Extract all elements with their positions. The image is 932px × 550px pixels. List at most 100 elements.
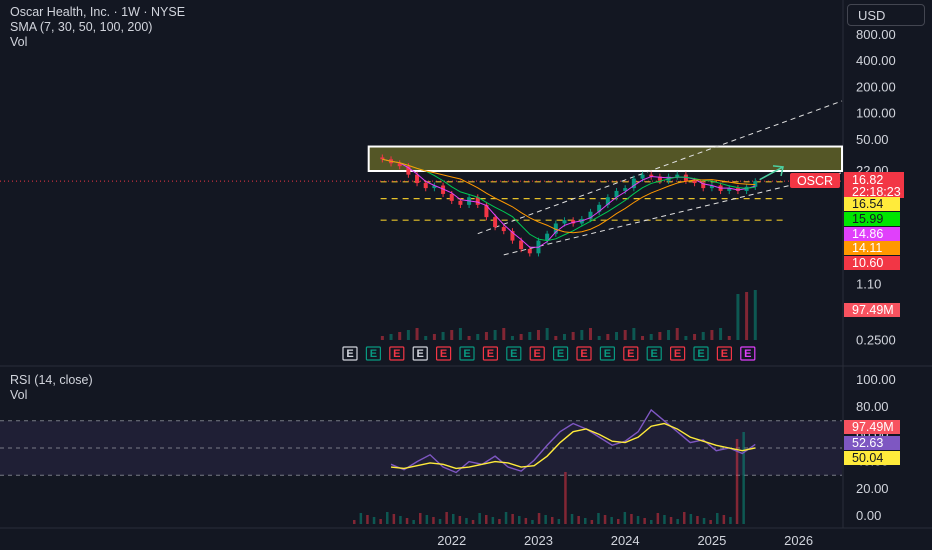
main-legend: Oscar Health, Inc. · 1W · NYSE SMA (7, 3…	[10, 5, 185, 50]
rsi-tag-0: 97.49M	[852, 420, 894, 434]
y-tick-1: 400.00	[856, 53, 896, 68]
rsi-volume-bar-30	[551, 517, 554, 524]
resistance-zone	[367, 145, 843, 173]
rsi-volume-bar-35	[584, 518, 587, 524]
rsi-volume-bar-54	[709, 520, 712, 524]
rsi-volume-bar-23	[504, 512, 508, 524]
rsi-y-tick-1: 80.00	[856, 399, 889, 414]
x-tick-2: 2024	[611, 533, 640, 548]
y-tick-2: 200.00	[856, 79, 896, 94]
rsi-volume-bar-4	[379, 519, 382, 524]
volume-bar-20	[554, 336, 558, 340]
rsi-volume-bar-13	[438, 519, 442, 524]
rsi-volume-bar-16	[458, 516, 462, 524]
candle-body-21	[562, 220, 567, 224]
volume-bar-10	[467, 336, 471, 340]
rsi-volume-bar-1	[359, 513, 363, 524]
earnings-marker-2: E	[389, 346, 405, 361]
volume-bar-38	[710, 330, 714, 340]
rsi-volume-bar-55	[716, 513, 719, 524]
rsi-legend: RSI (14, close) Vol	[10, 373, 93, 403]
rsi-volume-bar-59	[742, 432, 745, 524]
x-tick-0: 2022	[437, 533, 466, 548]
earnings-marker-8: E	[529, 346, 545, 361]
rsi-volume-bar-50	[683, 512, 686, 524]
earnings-letter-16: E	[721, 348, 728, 360]
price-tag-5: 14.86	[852, 227, 883, 241]
rsi-volume-bar-11	[425, 515, 429, 524]
volume-bar-12	[484, 332, 488, 340]
volume-bar-2	[398, 332, 402, 340]
rsi-volume-bar-7	[399, 516, 402, 524]
rsi-volume-bar-47	[663, 515, 666, 524]
candle-body-34	[675, 174, 680, 177]
rsi-y-tick-0: 100.00	[856, 372, 896, 387]
earnings-marker-11: E	[599, 346, 616, 361]
volume-bar-36	[693, 334, 697, 340]
rsi-volume-bar-15	[452, 514, 455, 524]
vol-legend: Vol	[10, 35, 28, 49]
volume-bar-21	[562, 334, 566, 340]
rsi-volume-bar-17	[465, 518, 468, 524]
rsi-volume-bar-24	[511, 514, 514, 524]
chart-canvas[interactable]: E E E E E E E E E E E E E E E E E E 800.00 400.00 200.00 100.…	[0, 0, 932, 550]
volume-bar-27	[615, 332, 619, 340]
rsi-volume-bar-39	[610, 517, 613, 524]
volume-bar-1	[389, 334, 393, 340]
earnings-marker-0: E	[342, 346, 358, 361]
rsi-volume-bar-46	[656, 513, 660, 524]
rsi-volume-bar-0	[353, 520, 356, 524]
earnings-letter-14: E	[674, 348, 681, 360]
earnings-letter-1: E	[370, 348, 377, 360]
rsi-volume-bar-51	[689, 514, 693, 524]
rsi-volume-bar-25	[518, 516, 521, 524]
rsi-volume-bar-38	[603, 515, 607, 524]
earnings-letter-11: E	[604, 348, 611, 360]
volume-bar-18	[536, 330, 540, 340]
candle-body-8	[449, 193, 454, 201]
earnings-letter-17: E	[744, 348, 751, 360]
rsi-volume-bar-49	[676, 519, 679, 524]
volume-bar-19	[545, 328, 549, 340]
earnings-marker-13: E	[646, 346, 662, 361]
rsi-volume-bar-10	[419, 513, 422, 524]
currency-button[interactable]: USD	[847, 4, 925, 26]
rsi-volume-bar-2	[366, 515, 369, 524]
rsi-volume-bar-8	[405, 518, 409, 524]
earnings-letter-10: E	[580, 348, 587, 360]
rsi-volume-bar-37	[597, 513, 600, 524]
rsi-volume-bar-14	[445, 512, 448, 524]
rsi-y-tick-4: 20.00	[856, 481, 889, 496]
earnings-marker-5: E	[459, 346, 475, 361]
volume-bar-5	[424, 336, 428, 340]
volume-bar-26	[606, 334, 610, 340]
volume-bar-34	[675, 328, 679, 340]
volume-bar-29	[632, 328, 636, 340]
rsi-volume-bar-19	[478, 513, 481, 524]
earnings-letter-0: E	[346, 348, 353, 360]
rsi-vol-legend: Vol	[10, 388, 28, 402]
volume-bar-25	[597, 336, 601, 340]
candle-body-4	[415, 174, 420, 184]
rsi-y-tick-5: 0.00	[856, 508, 881, 523]
y-tick-7: 0.2500	[856, 332, 896, 347]
volume-bar-6	[432, 334, 436, 340]
volume-bar-3	[406, 330, 410, 340]
volume-bar-24	[589, 328, 592, 340]
rsi-volume-bar-9	[412, 520, 415, 524]
earnings-marker-3: E	[412, 346, 428, 361]
rsi-volume-bar-53	[702, 518, 706, 524]
earnings-letter-2: E	[393, 348, 400, 360]
earnings-letter-7: E	[510, 348, 517, 360]
rsi-volume-bar-6	[392, 514, 396, 524]
volume-bar-40	[727, 336, 731, 340]
rsi-volume-bar-41	[623, 512, 627, 524]
candle-body-5	[423, 183, 428, 189]
y-tick-3: 100.00	[856, 106, 896, 121]
rsi-volume-bar-20	[485, 515, 488, 524]
earnings-marker-17: E	[740, 346, 756, 361]
volume-bar-31	[649, 334, 653, 340]
volume-bar-33	[667, 330, 671, 340]
volume-bar-30	[641, 336, 645, 340]
candle-body-43	[753, 181, 758, 187]
